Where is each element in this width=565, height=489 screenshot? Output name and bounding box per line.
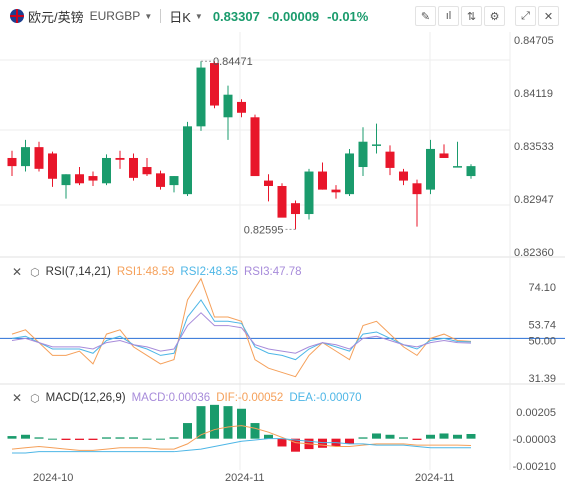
candle-body bbox=[439, 153, 449, 158]
macd-histogram-bar bbox=[466, 433, 476, 439]
macd-histogram-bar bbox=[34, 437, 44, 439]
macd-settings-icon[interactable]: ⬡ bbox=[30, 392, 40, 405]
candle-body bbox=[304, 171, 314, 215]
macd-histogram-bar bbox=[102, 437, 111, 439]
macd-histogram-bar bbox=[169, 437, 179, 439]
rsi-axis-label: 50.00 bbox=[528, 335, 556, 347]
dif-value: DIF:-0.00052 bbox=[216, 392, 284, 404]
macd-histogram-bar bbox=[183, 423, 192, 439]
candle-body bbox=[7, 157, 17, 167]
macd-histogram-bar bbox=[453, 434, 462, 439]
candle-body bbox=[318, 171, 327, 190]
low-price-label: 0.82595 bbox=[244, 224, 284, 236]
macd-histogram-bar bbox=[223, 406, 233, 439]
rsi-axis-label: 74.10 bbox=[528, 282, 556, 294]
x-axis-label: 2024-11 bbox=[415, 472, 455, 484]
candle-body bbox=[61, 174, 71, 186]
candle-body bbox=[345, 153, 354, 195]
rsi3-line bbox=[11, 312, 472, 354]
macd-title: MACD(12,26,9) bbox=[45, 392, 126, 404]
rsi-title: RSI(7,14,21) bbox=[45, 266, 111, 278]
price-axis-label: 0.83533 bbox=[514, 141, 554, 153]
x-axis-label: 2024-11 bbox=[225, 472, 265, 484]
candle-body bbox=[453, 166, 462, 168]
macd-histogram-bar bbox=[399, 437, 408, 439]
macd-histogram-bar bbox=[75, 438, 84, 440]
rsi-header: ✕ ⬡ RSI(7,14,21) RSI1:48.59 RSI2:48.35 R… bbox=[0, 263, 302, 281]
candle-body bbox=[223, 94, 233, 118]
dea-value: DEA:-0.00070 bbox=[289, 392, 362, 404]
high-price-label: 0.84471 bbox=[213, 56, 253, 68]
candle-body bbox=[412, 183, 422, 195]
macd-histogram-bar bbox=[210, 404, 219, 439]
candle-body bbox=[75, 174, 84, 184]
macd-histogram-bar bbox=[142, 438, 152, 440]
rsi-settings-icon[interactable]: ⬡ bbox=[30, 266, 40, 279]
candle-body bbox=[102, 157, 111, 184]
rsi-axis-label: 53.74 bbox=[528, 319, 556, 331]
macd-axis-label: -0.00003 bbox=[513, 434, 556, 446]
candle-body bbox=[399, 171, 408, 181]
rsi-axis-label: 31.39 bbox=[528, 373, 556, 385]
candle-body bbox=[196, 67, 206, 127]
macd-histogram-bar bbox=[61, 438, 71, 440]
macd-histogram-bar bbox=[358, 437, 368, 439]
candle-body bbox=[385, 151, 395, 168]
macd-histogram-bar bbox=[250, 423, 260, 439]
macd-histogram-bar bbox=[237, 408, 246, 439]
candle-body bbox=[250, 117, 260, 177]
chart-canvas[interactable]: 0.84705 0.84119 0.83533 0.82947 0.82360 0.844… bbox=[0, 0, 565, 489]
candle-body bbox=[331, 189, 341, 193]
macd-histogram-bar bbox=[115, 437, 125, 439]
x-axis-label: 2024-10 bbox=[33, 472, 74, 484]
price-axis-label: 0.82947 bbox=[514, 194, 554, 206]
macd-histogram-bar bbox=[385, 434, 395, 439]
rsi2-line bbox=[11, 299, 472, 361]
candle-body bbox=[34, 147, 44, 169]
candle-body bbox=[291, 203, 300, 215]
candle-body bbox=[210, 63, 219, 106]
candle-body bbox=[264, 180, 273, 187]
candle-body bbox=[277, 186, 287, 218]
candle-body bbox=[426, 148, 435, 190]
macd-histogram-bar bbox=[277, 438, 287, 447]
rsi3-value: RSI3:47.78 bbox=[243, 266, 302, 278]
macd-histogram-bar bbox=[372, 433, 381, 439]
macd-axis-label: -0.00210 bbox=[513, 461, 556, 473]
candle-body bbox=[48, 153, 57, 179]
candle-body bbox=[183, 126, 192, 195]
macd-histogram-bar bbox=[88, 438, 98, 440]
candle-body bbox=[88, 176, 98, 181]
macd-histogram-bar bbox=[318, 438, 327, 448]
macd-histogram-bar bbox=[426, 434, 435, 439]
candle-body bbox=[169, 176, 179, 186]
candle-body bbox=[466, 166, 476, 177]
macd-histogram-bar bbox=[21, 434, 30, 439]
macd-header: ✕ ⬡ MACD(12,26,9) MACD:0.00036 DIF:-0.00… bbox=[0, 389, 362, 407]
macd-histogram-bar bbox=[412, 438, 422, 440]
candle-body bbox=[237, 101, 246, 113]
macd-histogram-bar bbox=[48, 438, 57, 440]
macd-histogram-bar bbox=[129, 437, 138, 439]
candle-body bbox=[129, 157, 138, 178]
macd-value: MACD:0.00036 bbox=[131, 392, 211, 404]
candle-body bbox=[115, 157, 125, 160]
rsi2-value: RSI2:48.35 bbox=[180, 266, 238, 278]
close-macd-icon[interactable]: ✕ bbox=[12, 391, 22, 405]
macd-histogram-bar bbox=[439, 433, 449, 439]
candle-body bbox=[156, 173, 165, 187]
price-axis-label: 0.84705 bbox=[514, 35, 554, 47]
price-axis-label: 0.84119 bbox=[514, 88, 553, 100]
macd-axis-label: 0.00205 bbox=[516, 407, 556, 419]
price-axis-label: 0.82360 bbox=[514, 247, 554, 259]
macd-histogram-bar bbox=[264, 434, 273, 439]
candle-body bbox=[372, 144, 381, 146]
rsi1-value: RSI1:48.59 bbox=[116, 266, 175, 278]
candle-body bbox=[21, 147, 30, 167]
macd-histogram-bar bbox=[7, 436, 17, 439]
macd-histogram-bar bbox=[156, 438, 165, 440]
candle-body bbox=[142, 167, 152, 175]
candle-body bbox=[358, 141, 368, 168]
close-rsi-icon[interactable]: ✕ bbox=[12, 265, 22, 279]
